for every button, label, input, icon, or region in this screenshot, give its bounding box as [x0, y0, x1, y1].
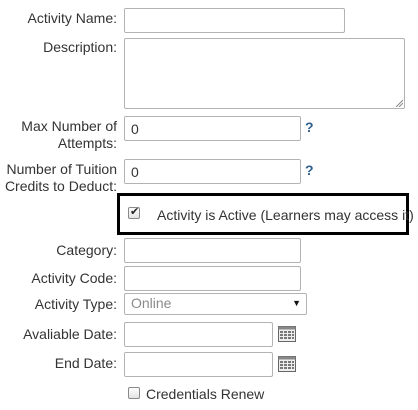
max-attempts-input[interactable]	[124, 116, 301, 141]
end-date-input[interactable]	[124, 352, 273, 377]
chevron-down-icon: ▼	[292, 298, 301, 308]
activity-code-input[interactable]	[124, 266, 301, 291]
available-date-label: Avaliable Date:	[23, 326, 117, 342]
tuition-credits-label: Number of Tuition Credits to Deduct:	[5, 161, 117, 195]
max-attempts-label: Max Number of Attempts:	[21, 118, 117, 152]
tuition-credits-input[interactable]	[124, 159, 301, 184]
activity-code-label: Activity Code:	[31, 270, 117, 286]
calendar-icon[interactable]	[278, 326, 296, 342]
max-attempts-label-line2: Attempts:	[57, 135, 117, 151]
end-date-label: End Date:	[54, 355, 117, 371]
activity-type-select[interactable]: Online ▼	[124, 293, 307, 315]
tuition-credits-label-line2: Credits to Deduct:	[4, 178, 117, 194]
credentials-renew-checkbox[interactable]	[128, 387, 140, 399]
check-icon: ✔	[130, 206, 140, 218]
activity-name-input[interactable]	[124, 8, 345, 33]
credentials-renew-label[interactable]: Credentials Renew	[146, 386, 264, 403]
activity-name-label: Activity Name:	[27, 10, 117, 26]
available-date-input[interactable]	[124, 322, 273, 347]
activity-active-label[interactable]: Activity is Active (Learners may access …	[157, 207, 414, 224]
activity-active-checkbox[interactable]: ✔	[128, 206, 140, 219]
calendar-icon[interactable]	[278, 356, 296, 372]
tuition-credits-label-line1: Number of Tuition	[6, 161, 118, 177]
activity-type-value: Online	[131, 295, 172, 311]
activity-type-label: Activity Type:	[34, 296, 117, 312]
max-attempts-label-line1: Max Number of	[21, 118, 117, 134]
max-attempts-help-icon[interactable]: ?	[305, 119, 314, 135]
description-label: Description:	[43, 39, 117, 55]
category-label: Category:	[56, 242, 117, 258]
description-field-wrapper	[124, 38, 405, 109]
resize-grip-icon[interactable]	[395, 99, 403, 107]
category-input[interactable]	[124, 238, 301, 263]
description-textarea[interactable]	[124, 38, 405, 109]
tuition-credits-help-icon[interactable]: ?	[305, 162, 314, 178]
